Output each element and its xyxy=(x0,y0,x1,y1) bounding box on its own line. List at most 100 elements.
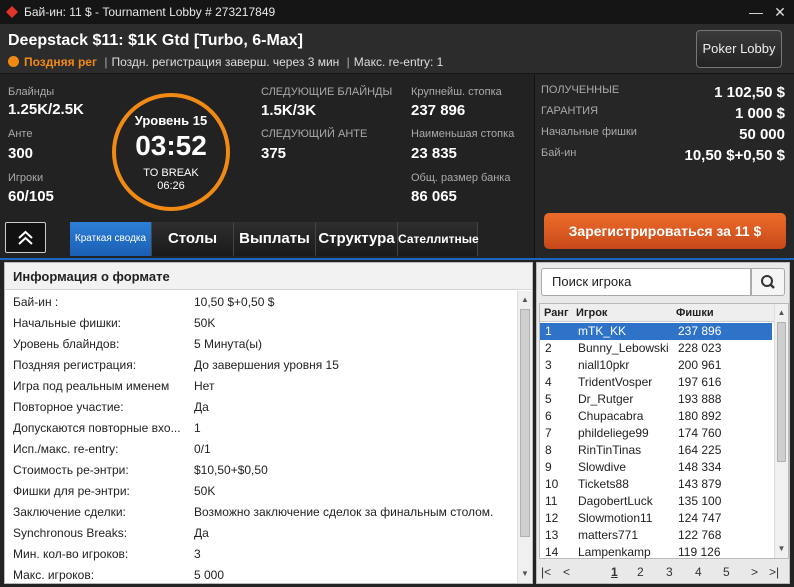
player-chips: 193 888 xyxy=(678,392,722,406)
tab-structure[interactable]: Структура xyxy=(316,222,398,256)
format-info-value: 50K xyxy=(194,316,216,330)
players-scroll-down-icon[interactable]: ▼ xyxy=(775,544,788,553)
received-value: 1 102,50 $ xyxy=(714,84,785,101)
player-row[interactable]: 2 Bunny_Lebowski 228 023 xyxy=(540,340,772,357)
format-info-key: Заключение сделки: xyxy=(13,505,126,519)
format-info-key: Бай-ин : xyxy=(13,295,59,309)
players-scroll-up-icon[interactable]: ▲ xyxy=(775,308,788,317)
player-chips: 174 760 xyxy=(678,426,722,440)
player-rank: 9 xyxy=(545,460,552,474)
next-blinds-label: СЛЕДУЮЩИЕ БЛАЙНДЫ xyxy=(261,86,393,98)
poker-lobby-button[interactable]: Poker Lobby xyxy=(696,30,782,68)
page-2[interactable]: 2 xyxy=(637,565,644,579)
col-chips[interactable]: Фишки xyxy=(676,307,714,319)
largest-stack-value: 237 896 xyxy=(411,102,466,119)
player-chips: 135 100 xyxy=(678,494,722,508)
player-chips: 180 892 xyxy=(678,409,722,423)
player-name: Tickets88 xyxy=(578,477,629,491)
scroll-down-arrow-icon[interactable]: ▼ xyxy=(518,569,532,578)
player-name: Slowdive xyxy=(578,460,627,474)
player-row[interactable]: 14 Lampenkamp 119 126 xyxy=(540,544,772,561)
format-info-panel: Информация о формате Бай-ин : 10,50 $+0,5… xyxy=(4,262,533,584)
tab-summary[interactable]: Краткая сводка xyxy=(70,222,152,256)
scroll-thumb[interactable] xyxy=(520,309,530,537)
search-button[interactable] xyxy=(751,268,785,296)
to-break-timer: 06:26 xyxy=(157,180,185,192)
col-rank[interactable]: Ранг xyxy=(544,307,569,319)
minimize-button[interactable]: — xyxy=(746,3,766,21)
tab-payouts[interactable]: Выплаты xyxy=(234,222,316,256)
tab-satellites[interactable]: Сателлитные xyxy=(398,222,479,256)
received-label: ПОЛУЧЕННЫЕ xyxy=(541,84,620,96)
player-rank: 3 xyxy=(545,358,552,372)
close-button[interactable]: ✕ xyxy=(770,3,790,21)
last-page-icon[interactable]: >| xyxy=(769,565,779,579)
ante-value: 300 xyxy=(8,145,34,162)
player-rank: 1 xyxy=(545,324,552,338)
page-4[interactable]: 4 xyxy=(695,565,702,579)
player-row[interactable]: 10 Tickets88 143 879 xyxy=(540,476,772,493)
format-info-scrollbar[interactable]: ▲ ▼ xyxy=(517,291,532,583)
guarantee-label: ГАРАНТИЯ xyxy=(541,105,599,117)
largest-stack-label: Крупнейш. стопка xyxy=(411,86,502,98)
to-break-label: TO BREAK xyxy=(143,167,199,179)
player-name: matters771 xyxy=(578,528,639,542)
player-rank: 7 xyxy=(545,426,552,440)
player-name: Bunny_Lebowski xyxy=(578,341,669,355)
format-info-value: Да xyxy=(194,526,209,540)
player-chips: 164 225 xyxy=(678,443,722,457)
player-chips: 143 879 xyxy=(678,477,722,491)
page-5[interactable]: 5 xyxy=(723,565,730,579)
next-ante-label: СЛЕДУЮЩИЙ АНТЕ xyxy=(261,128,368,140)
format-info-value: 0/1 xyxy=(194,442,211,456)
player-row[interactable]: 3 niall10pkr 200 961 xyxy=(540,357,772,374)
prev-page-icon[interactable]: < xyxy=(563,565,570,579)
register-button[interactable]: Зарегистрироваться за 11 $ xyxy=(544,213,786,249)
next-blinds-value: 1.5K/3K xyxy=(261,102,317,119)
player-row[interactable]: 5 Dr_Rutger 193 888 xyxy=(540,391,772,408)
total-pot-label: Общ. размер банка xyxy=(411,172,511,184)
player-rank: 10 xyxy=(545,477,559,491)
format-info-key: Игра под реальным именем xyxy=(13,379,170,393)
player-rank: 8 xyxy=(545,443,552,457)
player-row[interactable]: 7 phildeliege99 174 760 xyxy=(540,425,772,442)
next-page-icon[interactable]: > xyxy=(751,565,758,579)
player-rank: 6 xyxy=(545,409,552,423)
late-reg-dot-icon xyxy=(8,56,19,67)
page-3[interactable]: 3 xyxy=(666,565,673,579)
player-row[interactable]: 13 matters771 122 768 xyxy=(540,527,772,544)
pagination: |< < 1 2 3 4 5 > >| xyxy=(537,561,789,583)
tab-tables[interactable]: Столы xyxy=(152,222,234,256)
format-info-value: 3 xyxy=(194,547,201,561)
player-row[interactable]: 6 Chupacabra 180 892 xyxy=(540,408,772,425)
format-info-key: Макс. игроков: xyxy=(13,568,95,582)
player-row[interactable]: 12 Slowmotion11 124 747 xyxy=(540,510,772,527)
player-row[interactable]: 4 TridentVosper 197 616 xyxy=(540,374,772,391)
title-bar: Бай-ин: 11 $ - Tournament Lobby # 273217… xyxy=(0,0,794,24)
player-row[interactable]: 11 DagobertLuck 135 100 xyxy=(540,493,772,510)
page-1[interactable]: 1 xyxy=(611,565,618,579)
player-name: TridentVosper xyxy=(578,375,653,389)
format-info-value: 5 Минута(ы) xyxy=(194,337,262,351)
col-player[interactable]: Игрок xyxy=(576,307,607,319)
players-panel: Поиск игрока Ранг Игрок Фишки 1 mTK_KK 237… xyxy=(536,262,790,584)
player-name: Chupacabra xyxy=(578,409,644,423)
format-info-key: Поздняя регистрация: xyxy=(13,358,137,372)
player-row[interactable]: 9 Slowdive 148 334 xyxy=(540,459,772,476)
player-name: DagobertLuck xyxy=(578,494,653,508)
player-rank: 11 xyxy=(545,494,558,508)
format-info-key: Исп./макс. re-entry: xyxy=(13,442,119,456)
blinds-label: Блайнды xyxy=(8,86,55,98)
players-scroll-thumb[interactable] xyxy=(777,322,786,462)
player-search-input[interactable]: Поиск игрока xyxy=(541,268,751,296)
first-page-icon[interactable]: |< xyxy=(541,565,551,579)
format-info-key: Начальные фишки: xyxy=(13,316,122,330)
format-info-value: 10,50 $+0,50 $ xyxy=(194,295,275,309)
collapse-button[interactable] xyxy=(5,222,46,253)
player-row[interactable]: 1 mTK_KK 237 896 xyxy=(540,323,772,340)
player-name: Dr_Rutger xyxy=(578,392,634,406)
player-row[interactable]: 8 RinTinTinas 164 225 xyxy=(540,442,772,459)
players-scrollbar[interactable]: ▲ ▼ xyxy=(774,304,788,558)
buyin-label: Бай-ин xyxy=(541,147,577,159)
scroll-up-arrow-icon[interactable]: ▲ xyxy=(518,295,532,304)
